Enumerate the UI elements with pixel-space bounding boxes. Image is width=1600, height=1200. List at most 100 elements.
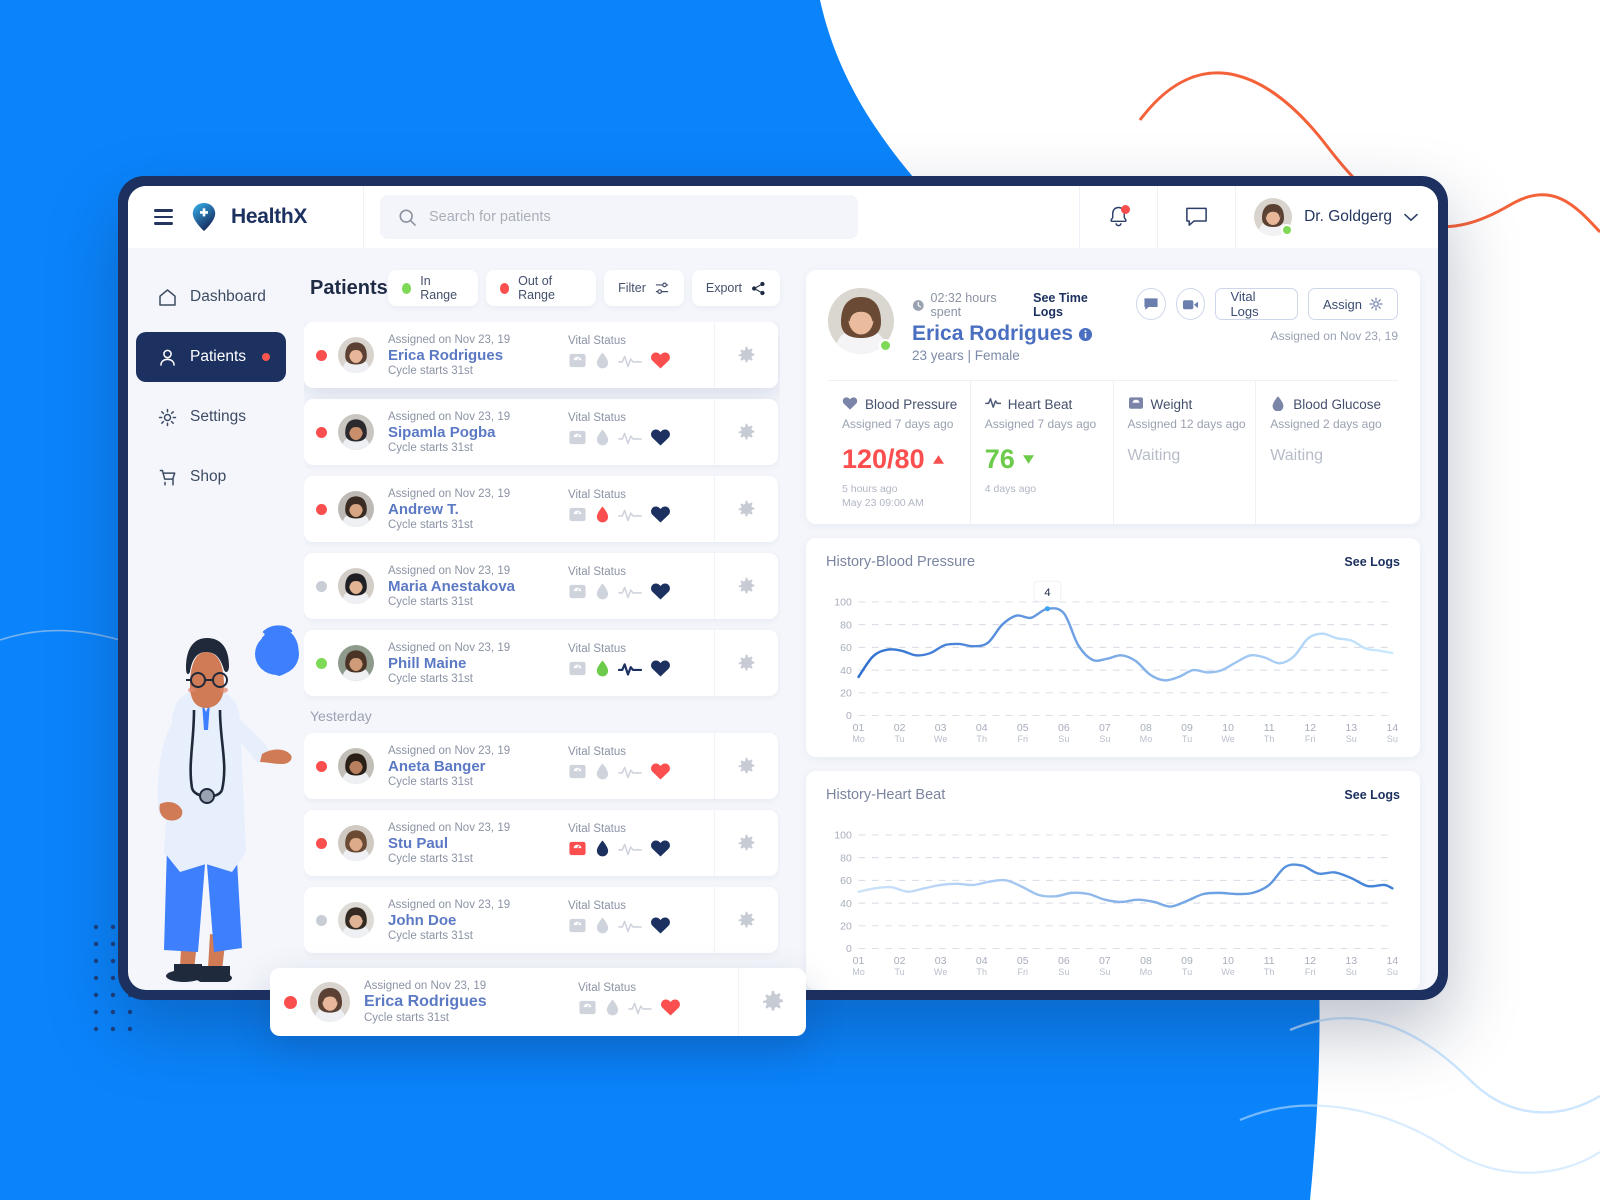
pulse-icon: [618, 507, 642, 528]
cycle-text: Cycle starts 31st: [364, 1012, 449, 1024]
vitals-summary-row: Blood Pressure Assigned 7 days ago 120/8…: [828, 380, 1398, 525]
range-status-dot: [304, 426, 338, 438]
sidebar-nav: Dashboard Patients Settings Shop: [128, 272, 294, 502]
svg-text:We: We: [934, 735, 948, 745]
vital-title-row: Blood Pressure: [842, 395, 964, 414]
heart-icon: [650, 916, 671, 940]
patient-avatar-image: [338, 645, 374, 681]
page-title: Patients: [310, 276, 388, 299]
cycle-text: Cycle starts 31st: [388, 775, 473, 788]
scale-icon: [568, 351, 587, 375]
patient-name[interactable]: Erica Rodrigues: [388, 347, 568, 364]
patient-name[interactable]: Stu Paul: [388, 835, 568, 852]
cycle-text: Cycle starts 31st: [388, 595, 473, 608]
patient-name[interactable]: Phill Maine: [388, 655, 568, 672]
sidebar-item-settings[interactable]: Settings: [136, 392, 286, 442]
patient-list-item[interactable]: Assigned on Nov 23, 19 Phill Maine Cycle…: [304, 630, 778, 696]
assigned-date: Assigned on Nov 23, 19: [388, 487, 511, 500]
patient-assigned-date: Assigned on Nov 23, 19: [1270, 329, 1398, 343]
vital-status-group: Vital Status: [568, 566, 714, 606]
filter-in-range-button[interactable]: In Range: [387, 270, 478, 306]
patients-toolbar: In Range Out of Range Filter Export: [387, 270, 780, 306]
vital-logs-label: Vital Logs: [1230, 289, 1259, 319]
svg-text:04: 04: [976, 724, 988, 735]
filter-out-of-range-button[interactable]: Out of Range: [485, 270, 597, 306]
vital-relative-time: 4 days ago: [984, 483, 1037, 495]
patient-meta: 02:32 hours spent See Time Logs Erica Ro…: [912, 288, 1118, 363]
vital-logs-button[interactable]: Vital Logs: [1215, 288, 1298, 320]
avatar: [338, 748, 374, 784]
video-call-button[interactable]: [1175, 288, 1206, 320]
gear-icon: [738, 500, 755, 516]
vital-status-label: Vital Status: [568, 823, 626, 835]
patient-name[interactable]: Aneta Banger: [388, 758, 568, 775]
droplet-icon: [595, 351, 610, 375]
range-status-dot: [304, 837, 338, 849]
assigned-date: Assigned on Nov 23, 19: [364, 980, 487, 992]
sidebar-item-badge: [262, 353, 271, 361]
online-status-dot: [1281, 224, 1294, 236]
svg-text:Tu: Tu: [894, 735, 904, 745]
patient-list-item[interactable]: Assigned on Nov 23, 19 Sipamla Pogba Cyc…: [304, 399, 778, 465]
heart-icon: [650, 505, 671, 529]
svg-text:13: 13: [1345, 957, 1357, 968]
see-logs-bp[interactable]: See Logs: [1344, 555, 1400, 569]
info-icon[interactable]: [1078, 327, 1093, 342]
vital-value-row: 120/80: [842, 444, 964, 475]
see-logs-hb[interactable]: See Logs: [1344, 788, 1400, 802]
assign-button[interactable]: Assign: [1307, 288, 1398, 320]
user-menu[interactable]: Dr. Goldgerg: [1235, 186, 1438, 248]
scale-icon: [568, 505, 587, 529]
messages-button[interactable]: [1157, 186, 1235, 248]
gear-icon: [762, 990, 783, 1011]
patient-name[interactable]: Sipamla Pogba: [388, 424, 568, 441]
chat-button[interactable]: [1136, 288, 1166, 320]
row-settings-button[interactable]: [714, 322, 778, 388]
search-input[interactable]: Search for patients: [380, 195, 858, 239]
patient-name[interactable]: John Doe: [388, 912, 568, 929]
row-settings-button[interactable]: [714, 476, 778, 542]
heart-beat-chart: 020406080100 01Mo02Tu03We04Th05Fri06Su07…: [834, 831, 1398, 977]
hamburger-icon[interactable]: [150, 205, 177, 228]
vital-status-group: Vital Status: [568, 412, 714, 452]
row-settings-button[interactable]: [714, 810, 778, 876]
floating-patient-card[interactable]: Assigned on Nov 23, 19 Erica Rodrigues C…: [270, 968, 806, 1036]
chat-icon: [1144, 297, 1158, 310]
gear-icon: [738, 423, 755, 439]
sidebar: Dashboard Patients Settings Shop: [128, 248, 299, 990]
svg-text:40: 40: [840, 899, 852, 910]
row-settings-button[interactable]: [714, 733, 778, 799]
svg-text:20: 20: [840, 689, 852, 700]
vital-title: Blood Pressure: [865, 397, 958, 412]
patient-list-item[interactable]: Assigned on Nov 23, 19 Erica Rodrigues C…: [304, 322, 778, 388]
patient-info: Assigned on Nov 23, 19 Maria Anestakova …: [374, 565, 568, 608]
patient-info: Assigned on Nov 23, 19 Erica Rodrigues C…: [374, 334, 568, 377]
patient-list-item[interactable]: Assigned on Nov 23, 19 Maria Anestakova …: [304, 553, 778, 619]
patient-detail-header: 02:32 hours spent See Time Logs Erica Ro…: [806, 270, 1420, 525]
patient-list-item[interactable]: Assigned on Nov 23, 19 Aneta Banger Cycl…: [304, 733, 778, 799]
svg-text:07: 07: [1099, 957, 1111, 968]
patient-list-item[interactable]: Assigned on Nov 23, 19 Andrew T. Cycle s…: [304, 476, 778, 542]
row-settings-button[interactable]: [714, 553, 778, 619]
patient-name[interactable]: Erica Rodrigues: [364, 993, 578, 1011]
sidebar-item-dashboard[interactable]: Dashboard: [136, 272, 286, 322]
sidebar-item-patients[interactable]: Patients: [136, 332, 286, 382]
filter-button[interactable]: Filter: [604, 270, 684, 306]
see-time-logs-link[interactable]: See Time Logs: [1033, 291, 1118, 319]
row-settings-button[interactable]: [714, 399, 778, 465]
patient-name[interactable]: Maria Anestakova: [388, 578, 568, 595]
patient-list-item[interactable]: Assigned on Nov 23, 19 John Doe Cycle st…: [304, 887, 778, 953]
sidebar-item-shop[interactable]: Shop: [136, 452, 286, 502]
patient-name[interactable]: Andrew T.: [388, 501, 568, 518]
row-settings-button[interactable]: [738, 968, 806, 1036]
avatar: [338, 902, 374, 938]
patient-list-item[interactable]: Assigned on Nov 23, 19 Stu Paul Cycle st…: [304, 810, 778, 876]
avatar: [338, 337, 374, 373]
export-button[interactable]: Export: [691, 270, 780, 306]
droplet-icon: [595, 839, 610, 863]
vital-title-row: Blood Glucose: [1270, 395, 1392, 414]
row-settings-button[interactable]: [714, 887, 778, 953]
row-settings-button[interactable]: [714, 630, 778, 696]
notifications-button[interactable]: [1079, 186, 1157, 248]
svg-text:07: 07: [1099, 724, 1111, 735]
